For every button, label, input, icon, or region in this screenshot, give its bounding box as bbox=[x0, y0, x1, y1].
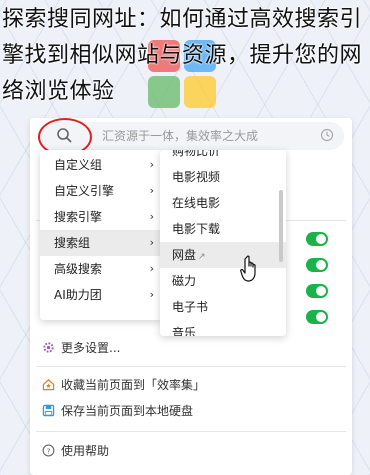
chevron-right-icon: › bbox=[149, 184, 154, 197]
menu-item-label: 电影视频 bbox=[172, 170, 221, 184]
menu-item-music[interactable]: 音乐 bbox=[160, 320, 286, 336]
chevron-right-icon: › bbox=[149, 158, 154, 171]
menu-item-movie-video[interactable]: 电影视频 bbox=[160, 164, 286, 190]
more-settings-option[interactable]: 更多设置... bbox=[42, 338, 120, 356]
chevron-right-icon: › bbox=[149, 236, 154, 249]
divider bbox=[36, 366, 346, 367]
external-link-icon: ↗ bbox=[198, 252, 206, 262]
chevron-right-icon: › bbox=[149, 262, 154, 275]
menu-item-label: 自定义引擎 bbox=[54, 184, 115, 198]
netdisk-label: 网盘 bbox=[172, 248, 197, 262]
menu-item-ebook[interactable]: 电子书 bbox=[160, 294, 286, 320]
svg-text:?: ? bbox=[47, 446, 51, 455]
menu-item-label: 搜索组 bbox=[54, 236, 91, 250]
search-bar[interactable]: 汇资源于一体，集效率之大成 bbox=[38, 118, 344, 156]
chevron-right-icon: › bbox=[149, 210, 154, 223]
menu-item-search-group[interactable]: 搜索组 › bbox=[40, 230, 162, 256]
menu-item-shopping[interactable]: 购物比价 bbox=[160, 150, 286, 164]
menu-item-magnet[interactable]: 磁力 bbox=[160, 268, 286, 294]
save-local-label: 保存当前页面到本地硬盘 bbox=[61, 403, 194, 418]
toggle-switch[interactable] bbox=[306, 310, 328, 324]
bookmark-label: 收藏当前页面到「效率集」 bbox=[61, 377, 206, 392]
toggle-switch[interactable] bbox=[306, 232, 328, 246]
menu-item-custom-group[interactable]: 自定义组 › bbox=[40, 152, 162, 178]
menu-item-netdisk[interactable]: 网盘 ↗ bbox=[160, 242, 286, 268]
help-icon: ? bbox=[42, 444, 55, 456]
bookmark-option[interactable]: 收藏当前页面到「效率集」 bbox=[42, 375, 205, 393]
hand-cursor-icon bbox=[240, 255, 256, 282]
help-option[interactable]: ? 使用帮助 bbox=[42, 441, 109, 459]
menu-item-label: 电子书 bbox=[172, 300, 209, 314]
save-local-option[interactable]: 保存当前页面到本地硬盘 bbox=[42, 401, 193, 419]
home-star-icon bbox=[42, 378, 55, 390]
menu-item-ai-helper[interactable]: AI助力团 › bbox=[40, 282, 162, 308]
menu-item-custom-engine[interactable]: 自定义引擎 › bbox=[40, 178, 162, 204]
search-input[interactable]: 汇资源于一体，集效率之大成 bbox=[102, 127, 258, 144]
toggle-switch[interactable] bbox=[306, 284, 328, 298]
menu-item-online-movie[interactable]: 在线电影 bbox=[160, 190, 286, 216]
menu-item-label: 电影下载 bbox=[172, 222, 221, 236]
menu-item-label: 自定义组 bbox=[54, 158, 103, 172]
menu-item-label: 高级搜索 bbox=[54, 262, 103, 276]
menu-scrollbar[interactable] bbox=[279, 190, 283, 262]
menu-item-label: 在线电影 bbox=[172, 196, 221, 210]
menu-item-movie-download[interactable]: 电影下载 bbox=[160, 216, 286, 242]
headline-title: 探索搜同网址：如何通过高效搜索引擎找到相似网站与资源，提升您的网络浏览体验 bbox=[2, 7, 363, 104]
more-settings-label: 更多设置... bbox=[61, 340, 121, 355]
help-label: 使用帮助 bbox=[61, 443, 110, 458]
gear-icon bbox=[43, 341, 54, 353]
menu-item-label: 网盘 ↗ bbox=[172, 242, 206, 270]
toggle-switch[interactable] bbox=[306, 258, 328, 272]
menu-item-label: 音乐 bbox=[172, 326, 197, 336]
menu-item-label: 磁力 bbox=[172, 274, 197, 288]
save-icon bbox=[42, 404, 55, 416]
context-menu-secondary: 购物比价 电影视频 在线电影 电影下载 网盘 ↗ 磁力 电子书 音乐 bbox=[160, 150, 286, 336]
menu-item-label: AI助力团 bbox=[54, 288, 102, 302]
chevron-right-icon: › bbox=[149, 288, 154, 301]
menu-item-advanced-search[interactable]: 高级搜索 › bbox=[40, 256, 162, 282]
divider bbox=[36, 431, 346, 432]
menu-item-search-engine[interactable]: 搜索引擎 › bbox=[40, 204, 162, 230]
menu-item-label: 搜索引擎 bbox=[54, 210, 103, 224]
menu-item-label: 购物比价 bbox=[172, 150, 221, 158]
context-menu-primary: 自定义组 › 自定义引擎 › 搜索引擎 › 搜索组 › 高级搜索 › AI助力团… bbox=[40, 150, 162, 320]
history-icon[interactable] bbox=[320, 128, 334, 142]
